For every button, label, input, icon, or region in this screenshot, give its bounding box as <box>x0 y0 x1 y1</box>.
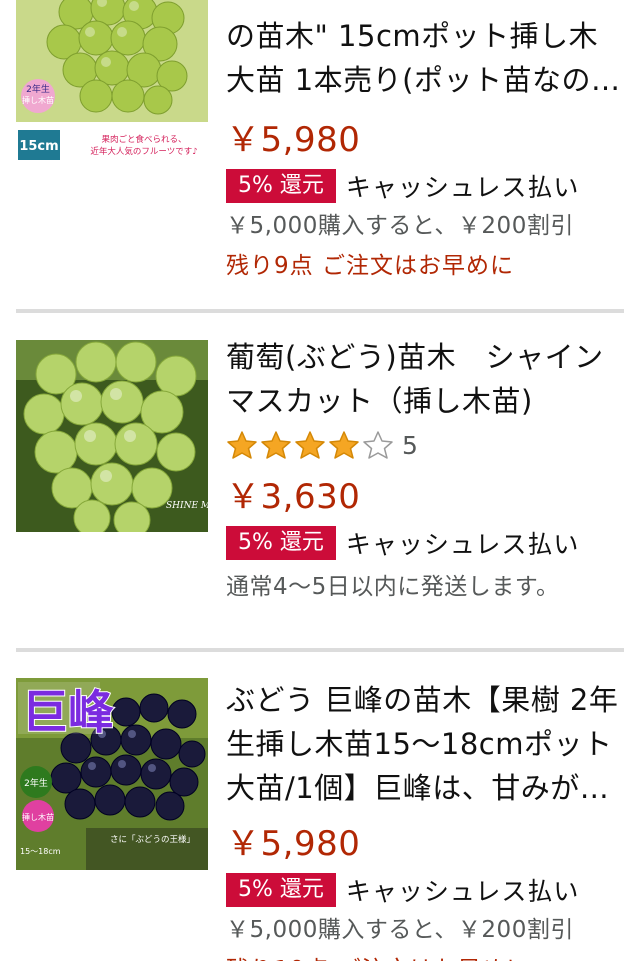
product-card-3[interactable]: 巨峰 2年生 挿し木苗 15～18cm さに「ぶどうの王様」 ぶどう 巨峰の苗木… <box>0 652 640 961</box>
product-card-2[interactable]: SHINE M 葡萄(ぶどう)苗木 シャインマスカット（挿し木苗) 5 ￥3,6… <box>0 313 640 653</box>
black-grape-image: 巨峰 2年生 挿し木苗 15～18cm さに「ぶどうの王様」 <box>16 678 208 870</box>
product-price-1: ￥5,980 <box>226 120 361 160</box>
cashless-label-2: キャッシュレス払い <box>345 530 580 559</box>
image-overlay-line-1: 果肉ごと食べられる、 <box>101 134 186 145</box>
star-filled-icon <box>329 431 359 459</box>
points-badge-2: 5% 還元 <box>226 526 336 560</box>
cashless-label-1: キャッシュレス払い <box>345 173 580 202</box>
shipping-note-2: 通常4～5日以内に発送します。 <box>226 574 560 600</box>
star-filled-icon <box>295 431 325 459</box>
star-filled-icon <box>261 431 291 459</box>
discount-note-1: ￥5,000購入すると、￥200割引 <box>226 213 574 239</box>
image-tag-line-2: 挿し木苗 <box>22 95 54 105</box>
product-image-1[interactable]: 2年生 挿し木苗 15cm 果肉ごと食べられる、 近年大人気のフルーツです♪ <box>16 0 208 164</box>
image-size-tag: 15cm <box>19 139 58 154</box>
image-heading: 巨峰 <box>22 685 114 739</box>
product-price-3: ￥5,980 <box>226 824 361 864</box>
product-image-2[interactable]: SHINE M <box>16 340 208 532</box>
stock-status-1: 残り9点 ご注文はお早めに <box>226 253 514 279</box>
stock-status-3: 残り10点 ご注文はお早めに <box>226 950 626 961</box>
green-grape-image: SHINE M <box>16 340 208 532</box>
image-tag-line-1: 2年生 <box>24 777 48 789</box>
rating-row-2[interactable]: 5 <box>226 423 626 467</box>
star-empty-icon <box>363 431 393 459</box>
points-badge-1: 5% 還元 <box>226 169 336 203</box>
cashless-row-2: 5% 還元 キャッシュレス払い <box>226 523 626 563</box>
product-price-2: ￥3,630 <box>226 477 361 517</box>
product-title-2[interactable]: 葡萄(ぶどう)苗木 シャインマスカット（挿し木苗) <box>226 335 626 423</box>
cashless-row-1: 5% 還元 キャッシュレス払い <box>226 166 626 206</box>
image-watermark: SHINE M <box>166 501 208 511</box>
product-title-3[interactable]: ぶどう 巨峰の苗木【果樹 2年生挿し木苗15～18cmポット大苗/1個】巨峰は、… <box>226 678 626 810</box>
image-size-tag: 15～18cm <box>20 847 61 856</box>
image-tag-line-2: 挿し木苗 <box>22 812 54 822</box>
star-filled-icon <box>227 431 257 459</box>
image-caption: さに「ぶどうの王様」 <box>110 834 195 845</box>
image-overlay-line-2: 近年大人気のフルーツです♪ <box>90 146 197 157</box>
green-grape-image: 2年生 挿し木苗 15cm 果肉ごと食べられる、 近年大人気のフルーツです♪ <box>16 0 208 164</box>
product-image-3[interactable]: 巨峰 2年生 挿し木苗 15～18cm さに「ぶどうの王様」 <box>16 678 208 870</box>
rating-count-2[interactable]: 5 <box>402 431 418 460</box>
discount-note-3: ￥5,000購入すると、￥200割引 <box>226 917 574 943</box>
product-card-1[interactable]: 2年生 挿し木苗 15cm 果肉ごと食べられる、 近年大人気のフルーツです♪ の… <box>0 0 640 300</box>
cashless-label-3: キャッシュレス払い <box>345 877 580 906</box>
product-title-1[interactable]: の苗木" 15cmポット挿し木 大苗 1本売り(ポット苗なの… <box>226 14 626 102</box>
points-badge-3: 5% 還元 <box>226 873 336 907</box>
image-tag-line-1: 2年生 <box>26 83 50 95</box>
star-rating <box>226 430 396 460</box>
cashless-row-3: 5% 還元 キャッシュレス払い <box>226 870 626 910</box>
